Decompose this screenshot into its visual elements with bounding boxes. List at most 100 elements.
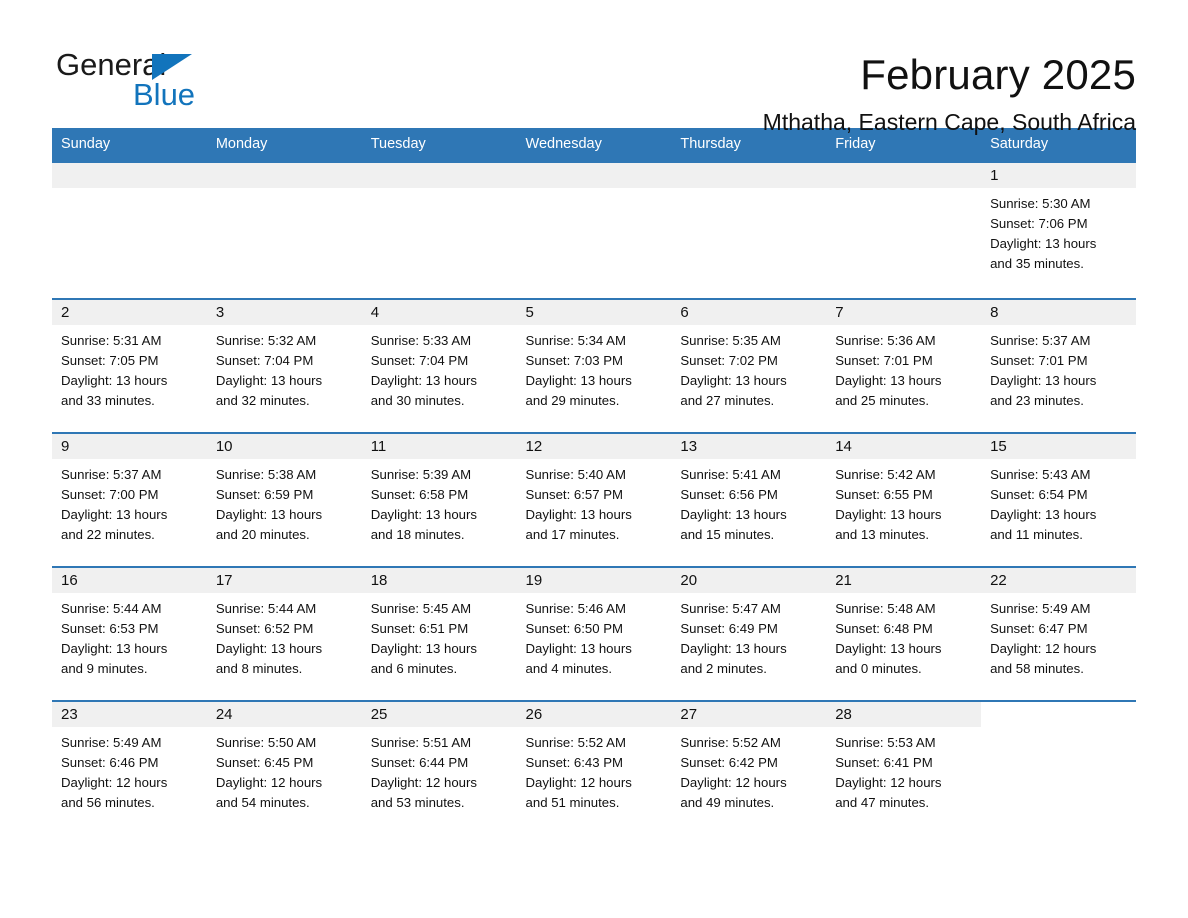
- calendar-day-cell[interactable]: 21 Sunrise: 5:48 AM Sunset: 6:48 PM Dayligh…: [826, 566, 982, 701]
- calendar-week-row: 16 Sunrise: 5:44 AM Sunset: 6:53 PM Dayligh…: [52, 566, 1136, 701]
- calendar-day-cell[interactable]: 3 Sunrise: 5:32 AM Sunset: 7:04 PM Daylight…: [206, 298, 362, 433]
- day-number: 28: [826, 702, 982, 727]
- daylight-text-line1: Daylight: 12 hours: [835, 775, 942, 790]
- calendar-day-cell[interactable]: 27 Sunrise: 5:52 AM Sunset: 6:42 PM Dayligh…: [671, 700, 827, 835]
- calendar-day-cell[interactable]: 20 Sunrise: 5:47 AM Sunset: 6:49 PM Dayligh…: [671, 566, 827, 701]
- calendar-day-cell[interactable]: 7 Sunrise: 5:36 AM Sunset: 7:01 PM Daylight…: [826, 298, 982, 433]
- location-subtitle: Mthatha, Eastern Cape, South Africa: [762, 109, 1136, 135]
- sunrise-text: Sunrise: 5:53 AM: [835, 735, 936, 750]
- daylight-text-line1: Daylight: 13 hours: [370, 641, 477, 656]
- day-details: Sunrise: 5:31 AM Sunset: 7:05 PM Daylight:…: [52, 325, 207, 411]
- calendar-day-cell[interactable]: 15 Sunrise: 5:43 AM Sunset: 6:54 PM Dayligh…: [981, 432, 1136, 567]
- calendar-day-cell[interactable]: 9 Sunrise: 5:37 AM Sunset: 7:00 PM Daylight…: [52, 432, 207, 567]
- sunrise-text: Sunrise: 5:36 AM: [835, 333, 936, 348]
- sunset-text: Sunset: 6:47 PM: [990, 621, 1088, 636]
- sunset-text: Sunset: 6:43 PM: [525, 755, 624, 770]
- sunrise-text: Sunrise: 5:47 AM: [680, 601, 781, 616]
- calendar-day-cell[interactable]: 16 Sunrise: 5:44 AM Sunset: 6:53 PM Dayligh…: [52, 566, 207, 701]
- calendar-cell-empty: [52, 161, 207, 299]
- sunrise-text: Sunrise: 5:45 AM: [370, 601, 472, 616]
- calendar-body: 1 Sunrise: 5:30 AM Sunset: 7:06 PM Daylight…: [52, 161, 1136, 835]
- sunrise-text: Sunrise: 5:42 AM: [835, 467, 936, 482]
- daylight-text-line2: and 53 minutes.: [370, 795, 465, 810]
- calendar-day-cell[interactable]: 4 Sunrise: 5:33 AM Sunset: 7:04 PM Daylight…: [361, 298, 517, 433]
- calendar-day-cell[interactable]: 14 Sunrise: 5:42 AM Sunset: 6:55 PM Dayligh…: [826, 432, 982, 567]
- daylight-text-line2: and 51 minutes.: [525, 795, 620, 810]
- day-details: Sunrise: 5:44 AM Sunset: 6:53 PM Daylight:…: [52, 593, 207, 679]
- day-number: 8: [981, 300, 1136, 325]
- daylight-text-line2: and 29 minutes.: [525, 393, 620, 408]
- day-number: 10: [206, 434, 362, 459]
- daylight-text-line2: and 9 minutes.: [61, 661, 148, 676]
- daylight-text-line1: Daylight: 13 hours: [370, 507, 477, 522]
- day-number: [671, 163, 827, 188]
- sunrise-text: Sunrise: 5:40 AM: [525, 467, 626, 482]
- calendar-cell-empty: [206, 161, 362, 299]
- daylight-text-line2: and 11 minutes.: [990, 527, 1083, 542]
- daylight-text-line2: and 0 minutes.: [835, 661, 922, 676]
- day-details: Sunrise: 5:51 AM Sunset: 6:44 PM Daylight:…: [362, 727, 517, 813]
- calendar-day-cell[interactable]: 12 Sunrise: 5:40 AM Sunset: 6:57 PM Dayligh…: [516, 432, 672, 567]
- calendar-day-cell[interactable]: 24 Sunrise: 5:50 AM Sunset: 6:45 PM Dayligh…: [206, 700, 362, 835]
- sunset-text: Sunset: 7:05 PM: [61, 353, 159, 368]
- day-number: 26: [516, 702, 672, 727]
- day-number: [516, 163, 672, 188]
- generalblue-logo: General Blue: [56, 48, 246, 112]
- calendar-day-cell[interactable]: 28 Sunrise: 5:53 AM Sunset: 6:41 PM Dayligh…: [826, 700, 982, 835]
- calendar-day-cell[interactable]: 23 Sunrise: 5:49 AM Sunset: 6:46 PM Dayligh…: [52, 700, 207, 835]
- sunrise-sunset-calendar-table: Sunday Monday Tuesday Wednesday Thursday…: [52, 128, 1136, 835]
- calendar-day-cell[interactable]: 17 Sunrise: 5:44 AM Sunset: 6:52 PM Dayligh…: [206, 566, 362, 701]
- calendar-cell-empty: [981, 700, 1136, 835]
- calendar-day-cell[interactable]: 5 Sunrise: 5:34 AM Sunset: 7:03 PM Daylight…: [516, 298, 672, 433]
- calendar-day-cell[interactable]: 8 Sunrise: 5:37 AM Sunset: 7:01 PM Daylight…: [981, 298, 1136, 433]
- calendar-cell-empty: [516, 161, 672, 299]
- daylight-text-line1: Daylight: 13 hours: [680, 507, 787, 522]
- daylight-text-line1: Daylight: 13 hours: [680, 641, 787, 656]
- calendar-week-row: 2 Sunrise: 5:31 AM Sunset: 7:05 PM Daylight…: [52, 298, 1136, 433]
- sunset-text: Sunset: 7:03 PM: [525, 353, 624, 368]
- day-number: 27: [671, 702, 827, 727]
- day-number: 18: [361, 568, 517, 593]
- calendar-day-cell[interactable]: 19 Sunrise: 5:46 AM Sunset: 6:50 PM Dayligh…: [516, 566, 672, 701]
- calendar-day-cell[interactable]: 11 Sunrise: 5:39 AM Sunset: 6:58 PM Dayligh…: [361, 432, 517, 567]
- day-details: Sunrise: 5:41 AM Sunset: 6:56 PM Daylight:…: [671, 459, 826, 545]
- sunrise-text: Sunrise: 5:33 AM: [370, 333, 472, 348]
- daylight-text-line1: Daylight: 13 hours: [61, 507, 168, 522]
- daylight-text-line2: and 4 minutes.: [525, 661, 613, 676]
- day-details: Sunrise: 5:38 AM Sunset: 6:59 PM Daylight:…: [207, 459, 362, 545]
- day-details: Sunrise: 5:46 AM Sunset: 6:50 PM Daylight:…: [517, 593, 672, 679]
- day-number: 19: [516, 568, 672, 593]
- day-number: 12: [516, 434, 672, 459]
- day-number: 25: [361, 702, 517, 727]
- sunset-text: Sunset: 6:53 PM: [61, 621, 159, 636]
- calendar-week-row: 23 Sunrise: 5:49 AM Sunset: 6:46 PM Dayligh…: [52, 700, 1136, 835]
- sunrise-text: Sunrise: 5:52 AM: [680, 735, 781, 750]
- sunset-text: Sunset: 6:48 PM: [835, 621, 933, 636]
- daylight-text-line1: Daylight: 13 hours: [680, 373, 787, 388]
- sunset-text: Sunset: 6:55 PM: [835, 487, 933, 502]
- daylight-text-line1: Daylight: 13 hours: [370, 373, 477, 388]
- calendar-day-cell[interactable]: 18 Sunrise: 5:45 AM Sunset: 6:51 PM Dayligh…: [361, 566, 517, 701]
- calendar-day-cell[interactable]: 1 Sunrise: 5:30 AM Sunset: 7:06 PM Daylight…: [981, 161, 1136, 299]
- sunset-text: Sunset: 7:04 PM: [215, 353, 314, 368]
- sunset-text: Sunset: 7:01 PM: [835, 353, 933, 368]
- calendar-day-cell[interactable]: 13 Sunrise: 5:41 AM Sunset: 6:56 PM Dayligh…: [671, 432, 827, 567]
- day-details: Sunrise: 5:37 AM Sunset: 7:01 PM Daylight:…: [981, 325, 1136, 411]
- calendar-day-cell[interactable]: 25 Sunrise: 5:51 AM Sunset: 6:44 PM Dayligh…: [361, 700, 517, 835]
- calendar-day-cell[interactable]: 6 Sunrise: 5:35 AM Sunset: 7:02 PM Daylight…: [671, 298, 827, 433]
- sunset-text: Sunset: 6:52 PM: [215, 621, 314, 636]
- daylight-text-line1: Daylight: 12 hours: [525, 775, 632, 790]
- day-details: Sunrise: 5:49 AM Sunset: 6:47 PM Daylight:…: [981, 593, 1136, 679]
- daylight-text-line1: Daylight: 12 hours: [680, 775, 787, 790]
- sunset-text: Sunset: 6:44 PM: [370, 755, 469, 770]
- calendar-day-cell[interactable]: 10 Sunrise: 5:38 AM Sunset: 6:59 PM Dayligh…: [206, 432, 362, 567]
- calendar-day-cell[interactable]: 26 Sunrise: 5:52 AM Sunset: 6:43 PM Dayligh…: [516, 700, 672, 835]
- daylight-text-line1: Daylight: 13 hours: [835, 641, 942, 656]
- calendar-cell-empty: [826, 161, 982, 299]
- calendar-day-cell[interactable]: 22 Sunrise: 5:49 AM Sunset: 6:47 PM Dayligh…: [981, 566, 1136, 701]
- sunset-text: Sunset: 7:00 PM: [61, 487, 159, 502]
- day-number: [361, 163, 517, 188]
- day-number: 15: [981, 434, 1136, 459]
- calendar-day-cell[interactable]: 2 Sunrise: 5:31 AM Sunset: 7:05 PM Daylight…: [52, 298, 207, 433]
- daylight-text-line2: and 58 minutes.: [990, 661, 1084, 676]
